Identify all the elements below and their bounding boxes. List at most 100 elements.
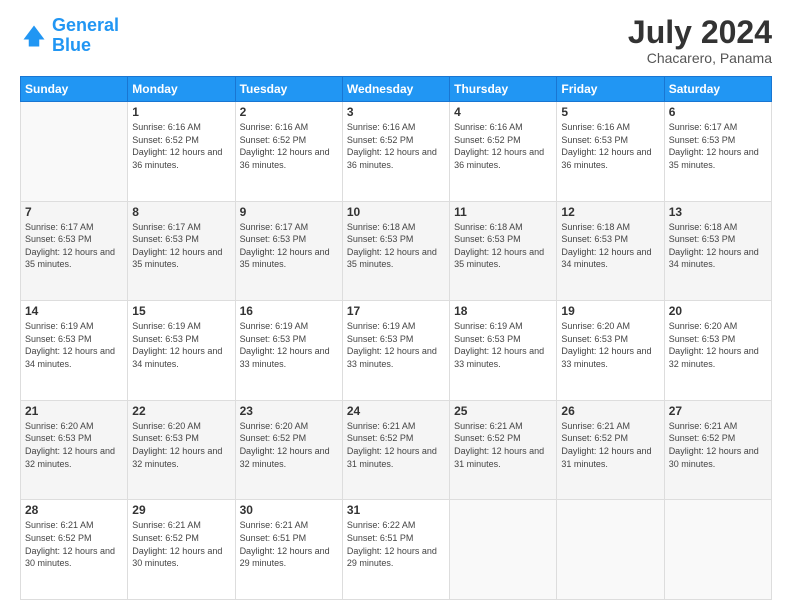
calendar-week-row: 28 Sunrise: 6:21 AMSunset: 6:52 PMDayligh… — [21, 500, 772, 600]
calendar-cell: 23 Sunrise: 6:20 AMSunset: 6:52 PMDayligh… — [235, 400, 342, 500]
day-number: 22 — [132, 404, 230, 418]
day-number: 1 — [132, 105, 230, 119]
day-info: Sunrise: 6:19 AMSunset: 6:53 PMDaylight:… — [132, 320, 230, 370]
day-number: 28 — [25, 503, 123, 517]
calendar-cell: 6 Sunrise: 6:17 AMSunset: 6:53 PMDaylight… — [664, 102, 771, 202]
col-tuesday: Tuesday — [235, 77, 342, 102]
day-info: Sunrise: 6:20 AMSunset: 6:53 PMDaylight:… — [25, 420, 123, 470]
calendar-cell: 7 Sunrise: 6:17 AMSunset: 6:53 PMDaylight… — [21, 201, 128, 301]
day-info: Sunrise: 6:19 AMSunset: 6:53 PMDaylight:… — [454, 320, 552, 370]
day-info: Sunrise: 6:17 AMSunset: 6:53 PMDaylight:… — [132, 221, 230, 271]
calendar-cell: 10 Sunrise: 6:18 AMSunset: 6:53 PMDayligh… — [342, 201, 449, 301]
col-monday: Monday — [128, 77, 235, 102]
calendar-week-row: 21 Sunrise: 6:20 AMSunset: 6:53 PMDayligh… — [21, 400, 772, 500]
day-info: Sunrise: 6:17 AMSunset: 6:53 PMDaylight:… — [240, 221, 338, 271]
day-number: 2 — [240, 105, 338, 119]
day-number: 31 — [347, 503, 445, 517]
day-number: 13 — [669, 205, 767, 219]
day-info: Sunrise: 6:21 AMSunset: 6:51 PMDaylight:… — [240, 519, 338, 569]
calendar-cell: 31Sunrise: 6:22 AMSunset: 6:51 PMDayligh… — [342, 500, 449, 600]
day-number: 10 — [347, 205, 445, 219]
calendar-week-row: 14Sunrise: 6:19 AMSunset: 6:53 PMDayligh… — [21, 301, 772, 401]
calendar-cell: 28 Sunrise: 6:21 AMSunset: 6:52 PMDayligh… — [21, 500, 128, 600]
day-info: Sunrise: 6:19 AMSunset: 6:53 PMDaylight:… — [240, 320, 338, 370]
calendar-cell: 30 Sunrise: 6:21 AMSunset: 6:51 PMDayligh… — [235, 500, 342, 600]
day-number: 12 — [561, 205, 659, 219]
day-info: Sunrise: 6:21 AMSunset: 6:52 PMDaylight:… — [132, 519, 230, 569]
day-number: 24 — [347, 404, 445, 418]
day-info: Sunrise: 6:18 AMSunset: 6:53 PMDaylight:… — [454, 221, 552, 271]
col-sunday: Sunday — [21, 77, 128, 102]
day-number: 15 — [132, 304, 230, 318]
day-number: 17 — [347, 304, 445, 318]
day-info: Sunrise: 6:21 AMSunset: 6:52 PMDaylight:… — [25, 519, 123, 569]
calendar-cell — [557, 500, 664, 600]
calendar-cell: 9 Sunrise: 6:17 AMSunset: 6:53 PMDaylight… — [235, 201, 342, 301]
month-year: July 2024 — [628, 16, 772, 48]
calendar-body: 1 Sunrise: 6:16 AMSunset: 6:52 PMDaylight… — [21, 102, 772, 600]
calendar-cell: 17 Sunrise: 6:19 AMSunset: 6:53 PMDayligh… — [342, 301, 449, 401]
day-info: Sunrise: 6:18 AMSunset: 6:53 PMDaylight:… — [347, 221, 445, 271]
calendar-cell: 16Sunrise: 6:19 AMSunset: 6:53 PMDayligh… — [235, 301, 342, 401]
day-number: 20 — [669, 304, 767, 318]
day-info: Sunrise: 6:19 AMSunset: 6:53 PMDaylight:… — [347, 320, 445, 370]
col-friday: Friday — [557, 77, 664, 102]
logo-text: General Blue — [52, 16, 119, 56]
day-number: 11 — [454, 205, 552, 219]
day-info: Sunrise: 6:16 AMSunset: 6:52 PMDaylight:… — [132, 121, 230, 171]
day-info: Sunrise: 6:21 AMSunset: 6:52 PMDaylight:… — [561, 420, 659, 470]
calendar-week-row: 1 Sunrise: 6:16 AMSunset: 6:52 PMDaylight… — [21, 102, 772, 202]
day-info: Sunrise: 6:17 AMSunset: 6:53 PMDaylight:… — [669, 121, 767, 171]
day-number: 4 — [454, 105, 552, 119]
day-number: 27 — [669, 404, 767, 418]
calendar-cell: 4Sunrise: 6:16 AMSunset: 6:52 PMDaylight… — [450, 102, 557, 202]
calendar-cell: 14Sunrise: 6:19 AMSunset: 6:53 PMDayligh… — [21, 301, 128, 401]
calendar-cell — [450, 500, 557, 600]
day-info: Sunrise: 6:18 AMSunset: 6:53 PMDaylight:… — [561, 221, 659, 271]
calendar-cell: 2 Sunrise: 6:16 AMSunset: 6:52 PMDaylight… — [235, 102, 342, 202]
day-info: Sunrise: 6:18 AMSunset: 6:53 PMDaylight:… — [669, 221, 767, 271]
day-number: 25 — [454, 404, 552, 418]
logo-icon — [20, 22, 48, 50]
day-info: Sunrise: 6:16 AMSunset: 6:52 PMDaylight:… — [347, 121, 445, 171]
calendar-cell: 25Sunrise: 6:21 AMSunset: 6:52 PMDayligh… — [450, 400, 557, 500]
calendar-cell: 27 Sunrise: 6:21 AMSunset: 6:52 PMDayligh… — [664, 400, 771, 500]
calendar-cell: 22Sunrise: 6:20 AMSunset: 6:53 PMDayligh… — [128, 400, 235, 500]
day-info: Sunrise: 6:20 AMSunset: 6:53 PMDaylight:… — [561, 320, 659, 370]
day-number: 7 — [25, 205, 123, 219]
day-info: Sunrise: 6:19 AMSunset: 6:53 PMDaylight:… — [25, 320, 123, 370]
day-number: 9 — [240, 205, 338, 219]
calendar-cell: 21 Sunrise: 6:20 AMSunset: 6:53 PMDayligh… — [21, 400, 128, 500]
calendar-cell: 3Sunrise: 6:16 AMSunset: 6:52 PMDaylight… — [342, 102, 449, 202]
calendar-week-row: 7 Sunrise: 6:17 AMSunset: 6:53 PMDaylight… — [21, 201, 772, 301]
logo-line1: General — [52, 15, 119, 35]
col-thursday: Thursday — [450, 77, 557, 102]
day-info: Sunrise: 6:20 AMSunset: 6:52 PMDaylight:… — [240, 420, 338, 470]
logo: General Blue — [20, 16, 119, 56]
calendar-cell: 18 Sunrise: 6:19 AMSunset: 6:53 PMDayligh… — [450, 301, 557, 401]
day-number: 5 — [561, 105, 659, 119]
calendar-cell: 12 Sunrise: 6:18 AMSunset: 6:53 PMDayligh… — [557, 201, 664, 301]
header: General Blue July 2024 Chacarero, Panama — [20, 16, 772, 66]
calendar-cell — [664, 500, 771, 600]
day-number: 23 — [240, 404, 338, 418]
day-number: 26 — [561, 404, 659, 418]
calendar-cell: 19 Sunrise: 6:20 AMSunset: 6:53 PMDayligh… — [557, 301, 664, 401]
title-block: July 2024 Chacarero, Panama — [628, 16, 772, 66]
col-wednesday: Wednesday — [342, 77, 449, 102]
day-number: 19 — [561, 304, 659, 318]
day-info: Sunrise: 6:17 AMSunset: 6:53 PMDaylight:… — [25, 221, 123, 271]
day-number: 8 — [132, 205, 230, 219]
location: Chacarero, Panama — [628, 50, 772, 66]
calendar-cell: 26 Sunrise: 6:21 AMSunset: 6:52 PMDayligh… — [557, 400, 664, 500]
calendar-cell: 29Sunrise: 6:21 AMSunset: 6:52 PMDayligh… — [128, 500, 235, 600]
day-info: Sunrise: 6:21 AMSunset: 6:52 PMDaylight:… — [669, 420, 767, 470]
day-number: 18 — [454, 304, 552, 318]
day-info: Sunrise: 6:16 AMSunset: 6:52 PMDaylight:… — [240, 121, 338, 171]
calendar-cell: 13 Sunrise: 6:18 AMSunset: 6:53 PMDayligh… — [664, 201, 771, 301]
day-info: Sunrise: 6:20 AMSunset: 6:53 PMDaylight:… — [669, 320, 767, 370]
day-number: 6 — [669, 105, 767, 119]
calendar-cell: 8 Sunrise: 6:17 AMSunset: 6:53 PMDaylight… — [128, 201, 235, 301]
day-number: 30 — [240, 503, 338, 517]
day-number: 21 — [25, 404, 123, 418]
